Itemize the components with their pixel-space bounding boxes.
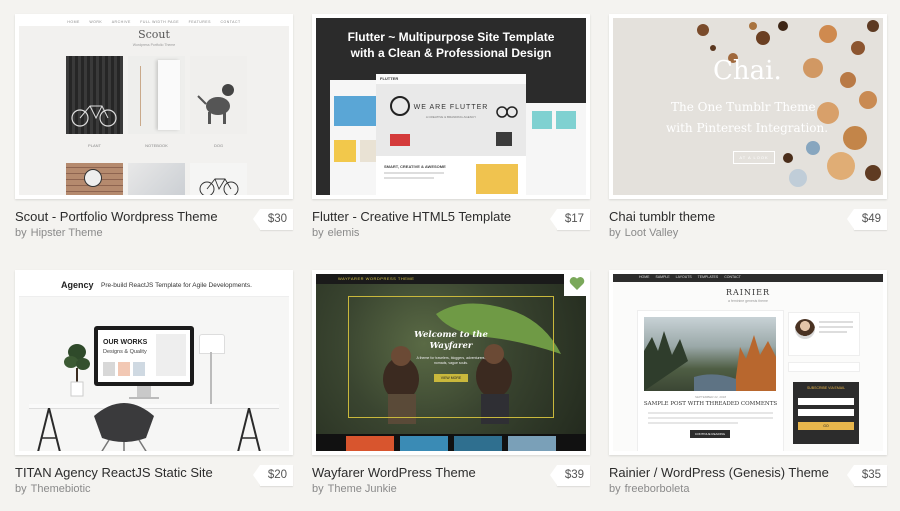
preview-nav-item: SAMPLE [655, 275, 670, 279]
price-tag: $30 [252, 209, 293, 230]
product-author[interactable]: elemis [328, 227, 360, 239]
preview-tagline: Wordpress Portfolio Theme [132, 43, 176, 47]
preview-go-button: GO [798, 422, 854, 430]
preview-caption: DOG [213, 143, 224, 148]
product-author[interactable]: freeborboleta [625, 483, 690, 495]
product-thumbnail[interactable]: Agency Pre-build ReactJS Template for Ag… [15, 270, 293, 455]
preview-plant [64, 344, 90, 397]
product-author-line: by Theme Junkie [312, 483, 397, 495]
preview-button: VIEW MORE [434, 374, 468, 382]
product-author-line: by Hipster Theme [15, 227, 103, 239]
preview-monitor: OUR WORKS Designs & Quality [94, 326, 194, 386]
preview-screen-line-1: OUR WORKS [103, 339, 148, 346]
price-tag: $49 [846, 209, 887, 230]
preview-photo [190, 163, 247, 195]
preview-subscribe-box: SUBSCRIBE VIA EMAIL GO [793, 382, 859, 444]
preview-screen-back [526, 103, 586, 195]
product-author[interactable]: Loot Valley [625, 227, 679, 239]
preview-nav-item: HOME [639, 275, 650, 279]
price-tag: $39 [549, 465, 590, 486]
product-thumbnail[interactable]: Flutter ~ Multipurpose Site Template wit… [312, 14, 590, 199]
preview-brand: Agency [61, 280, 94, 290]
product-title[interactable]: Wayfarer WordPress Theme [312, 465, 476, 480]
preview-nav-item: HOME [67, 20, 80, 24]
product-author-line: by Themebiotic [15, 483, 91, 495]
preview-hero: WE ARE FLUTTER [413, 104, 489, 111]
preview-brand: Chai. [713, 56, 782, 86]
preview-headline: Flutter ~ Multipurpose Site Template [347, 30, 555, 44]
price-tag: $17 [549, 209, 590, 230]
preview-continue-button: CONTINUE READING [690, 430, 730, 438]
preview-nav-item: FEATURES [188, 20, 211, 24]
preview-chair [94, 403, 154, 451]
product-author[interactable]: Themebiotic [31, 483, 91, 495]
preview-line-2: with Pinterest Integration. [666, 121, 829, 135]
preview-caption: NOTEBOOK [145, 143, 168, 148]
preview-post-date: SEPTEMBER 22, 2018 [694, 395, 726, 399]
preview-headline-1: Welcome to the [414, 330, 488, 340]
preview-nav-item: CONTACT [724, 275, 741, 279]
preview-post-title: SAMPLE POST WITH THREADED COMMENTS [643, 401, 778, 407]
favorite-button[interactable] [564, 270, 590, 296]
preview-brand: RAINIER [726, 288, 770, 297]
preview-photo [128, 163, 185, 195]
preview-screen-front: FLUTTER WE ARE FLUTTER A CREATIVE & BRAN… [376, 74, 526, 195]
preview-button: AT A LOOK [733, 151, 775, 164]
product-title[interactable]: Scout - Portfolio Wordpress Theme [15, 209, 218, 224]
preview-section: SMART, CREATIVE & AWESOME [384, 164, 446, 169]
preview-subheadline: with a Clean & Professional Design [350, 46, 552, 60]
preview-nav-item: TEMPLATES [697, 275, 719, 279]
product-author[interactable]: Theme Junkie [328, 483, 397, 495]
preview-tagline: Pre-build ReactJS Template for Agile Dev… [101, 282, 252, 289]
preview-line-1: The One Tumblr Theme [671, 100, 816, 114]
preview-photo [66, 56, 123, 134]
preview-post: SEPTEMBER 22, 2018 SAMPLE POST WITH THRE… [637, 310, 784, 451]
product-thumbnail[interactable]: Chai. The One Tumblr Theme with Pinteres… [609, 14, 887, 199]
product-thumbnail[interactable]: HOME WORK ARCHIVE FULL WIDTH PAGE FEATUR… [15, 14, 293, 199]
preview-nav-item: LAYOUTS [675, 275, 692, 279]
price-tag: $35 [846, 465, 887, 486]
heart-icon [569, 276, 585, 290]
preview-subtext: A theme for travelers, bloggers, adventu… [416, 356, 486, 365]
product-title[interactable]: TITAN Agency ReactJS Static Site [15, 465, 213, 480]
product-thumbnail[interactable]: HOME SAMPLE LAYOUTS TEMPLATES CONTACT RA… [609, 270, 887, 455]
preview-tagline: a feminine genesis theme [728, 299, 768, 303]
preview-caption: PLANT [88, 143, 101, 148]
price-tag: $20 [252, 465, 293, 486]
product-title[interactable]: Flutter - Creative HTML5 Template [312, 209, 511, 224]
preview-nav-item: WORK [89, 20, 103, 24]
preview-brand: FLUTTER [380, 76, 399, 81]
product-author-line: by elemis [312, 227, 360, 239]
preview-photo [190, 56, 247, 134]
preview-subscribe-title: SUBSCRIBE VIA EMAIL [806, 386, 846, 390]
preview-nav-item: FULL WIDTH PAGE [140, 20, 180, 24]
preview-nav-item: ARCHIVE [111, 20, 131, 24]
preview-screen-line-2: Designs & Quality [103, 349, 147, 355]
preview-photo [66, 163, 123, 195]
preview-nav-item: CONTACT [220, 20, 241, 24]
product-title[interactable]: Rainier / WordPress (Genesis) Theme [609, 465, 829, 480]
preview-hero-sub: A CREATIVE & BRANDING AGENCY [425, 115, 477, 119]
preview-photo [128, 56, 185, 134]
product-title[interactable]: Chai tumblr theme [609, 209, 715, 224]
product-author[interactable]: Hipster Theme [31, 227, 103, 239]
product-author-line: by Loot Valley [609, 227, 679, 239]
product-author-line: by freeborboleta [609, 483, 690, 495]
preview-topbar: WAYFARER WORDPRESS THEME [338, 276, 415, 281]
product-thumbnail[interactable]: WAYFARER WORDPRESS THEME Welcome to the … [312, 270, 590, 455]
preview-brand: Scout [138, 28, 170, 41]
preview-headline-2: Wayfarer [429, 341, 473, 351]
